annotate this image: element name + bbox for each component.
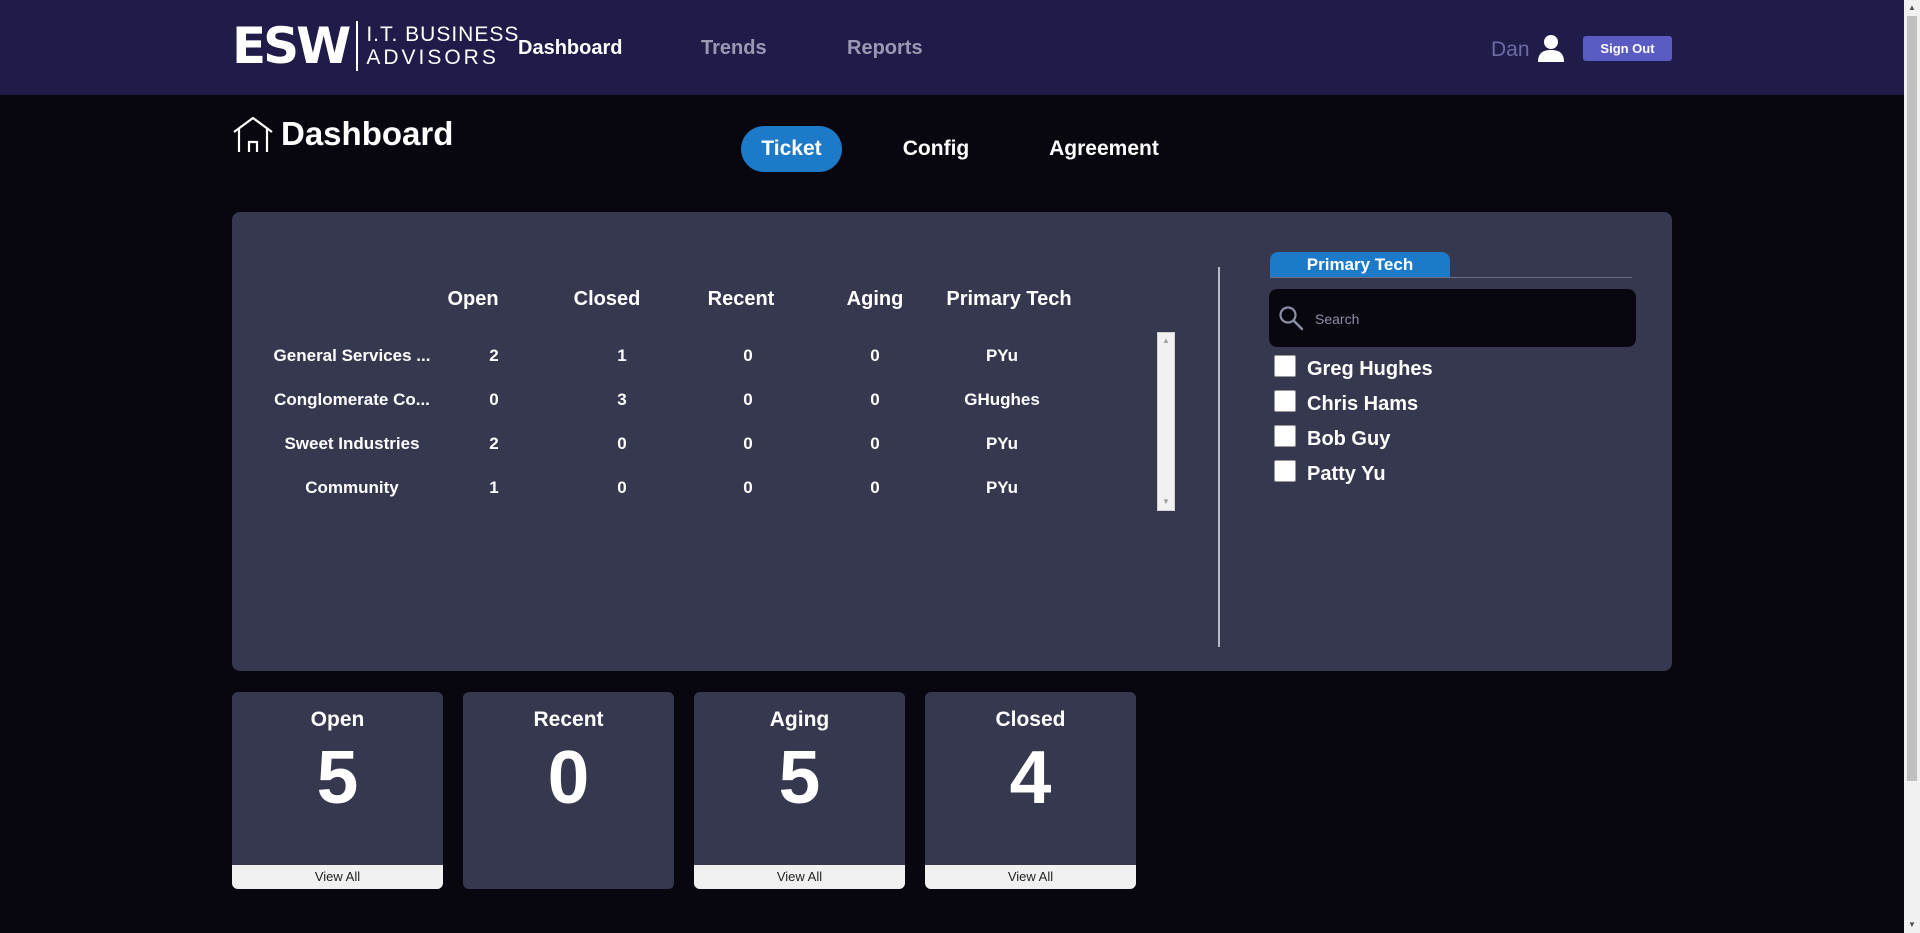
tech-label: Patty Yu [1307,462,1386,485]
row-recent-count: 0 [743,434,753,453]
card-title: Open [310,708,365,731]
tech-checkbox[interactable] [1274,425,1296,447]
card-value: 5 [316,735,359,819]
user-name: Dan [1491,38,1530,61]
top-nav-bar: ESW I.T. BUSINESS ADVISORS Dashboard Tre… [0,0,1904,95]
tech-search-box [1269,289,1636,347]
summary-card-closed: Closed 4 View All [925,692,1136,889]
tab-config[interactable]: Config [890,126,982,172]
tab-ticket[interactable]: Ticket [741,126,842,172]
company-logo[interactable]: ESW I.T. BUSINESS ADVISORS [232,20,519,72]
logo-text: I.T. BUSINESS ADVISORS [366,23,519,69]
row-closed-count: 0 [617,478,627,497]
row-recent-count: 0 [743,478,753,497]
tech-checkbox[interactable] [1274,355,1296,377]
nav-trends[interactable]: Trends [701,36,767,60]
primary-tech-tab[interactable]: Primary Tech [1270,252,1450,278]
nav-reports[interactable]: Reports [847,36,923,60]
row-primary-tech: PYu [985,346,1019,365]
tech-option-patty-yu[interactable]: Patty Yu [1274,459,1386,489]
primary-tech-underline [1270,277,1632,278]
summary-card-open: Open 5 View All [232,692,443,889]
page-title-text: Dashboard [281,115,454,152]
tech-checkbox[interactable] [1274,460,1296,482]
row-open-count: 0 [489,390,499,409]
row-open-count: 2 [489,346,499,365]
view-all-button[interactable]: View All [925,865,1136,889]
logo-mark: ESW [232,17,351,75]
row-primary-tech: PYu [985,478,1019,497]
row-company-name[interactable]: Community [262,478,442,498]
tech-search-input[interactable] [1313,305,1617,333]
logo-line-2: ADVISORS [366,46,499,69]
row-open-count: 1 [489,478,499,497]
table-scrollbar[interactable]: ▲ ▼ [1157,332,1175,511]
column-header-aging[interactable]: Aging [835,288,915,311]
card-title: Aging [769,708,830,731]
row-aging-count: 0 [870,346,880,365]
row-aging-count: 0 [870,390,880,409]
column-header-primary-tech[interactable]: Primary Tech [939,288,1079,311]
column-header-open[interactable]: Open [433,288,513,311]
column-header-closed[interactable]: Closed [567,288,647,311]
row-aging-count: 0 [870,434,880,453]
tech-label: Greg Hughes [1307,357,1433,380]
page-scroll-up-icon[interactable]: ▲ [1904,0,1920,16]
card-title: Closed [995,708,1066,731]
row-company-name[interactable]: Sweet Industries [262,434,442,454]
page-scroll-thumb[interactable] [1907,16,1917,781]
logo-divider [356,21,359,71]
logo-line-1: I.T. BUSINESS [366,23,520,46]
row-closed-count: 1 [617,346,627,365]
row-closed-count: 3 [617,390,627,409]
panel-divider [1218,267,1220,647]
row-primary-tech: PYu [985,434,1019,453]
tech-checkbox[interactable] [1274,390,1296,412]
nav-dashboard[interactable]: Dashboard [518,36,622,60]
page-scroll-down-icon[interactable]: ▼ [1904,917,1920,933]
row-company-name[interactable]: General Services ... [262,346,442,366]
row-recent-count: 0 [743,390,753,409]
row-recent-count: 0 [743,346,753,365]
column-header-recent[interactable]: Recent [701,288,781,311]
view-all-button[interactable]: View All [694,865,905,889]
row-closed-count: 0 [617,434,627,453]
tech-option-greg-hughes[interactable]: Greg Hughes [1274,354,1433,384]
home-icon [233,116,273,152]
card-value: 5 [778,735,821,819]
tab-agreement[interactable]: Agreement [1042,126,1166,172]
summary-card-recent: Recent 0 [463,692,674,889]
card-value: 0 [547,735,590,819]
view-all-button[interactable]: View All [232,865,443,889]
summary-card-aging: Aging 5 View All [694,692,905,889]
tech-label: Chris Hams [1307,392,1419,415]
tech-option-bob-guy[interactable]: Bob Guy [1274,424,1390,454]
scroll-down-icon[interactable]: ▼ [1158,496,1174,508]
tech-option-chris-hams[interactable]: Chris Hams [1274,389,1418,419]
row-open-count: 2 [489,434,499,453]
user-icon[interactable] [1538,34,1564,62]
sign-out-button[interactable]: Sign Out [1583,36,1672,61]
page-scrollbar[interactable]: ▲ ▼ [1904,0,1920,933]
page-title: Dashboard [232,114,453,154]
row-company-name[interactable]: Conglomerate Co... [262,390,442,410]
card-title: Recent [533,708,604,731]
search-icon [1279,306,1304,331]
tech-label: Bob Guy [1307,427,1391,450]
scroll-up-icon[interactable]: ▲ [1158,335,1174,347]
row-aging-count: 0 [870,478,880,497]
row-primary-tech: GHughes [964,390,1040,409]
card-value: 4 [1009,735,1052,819]
